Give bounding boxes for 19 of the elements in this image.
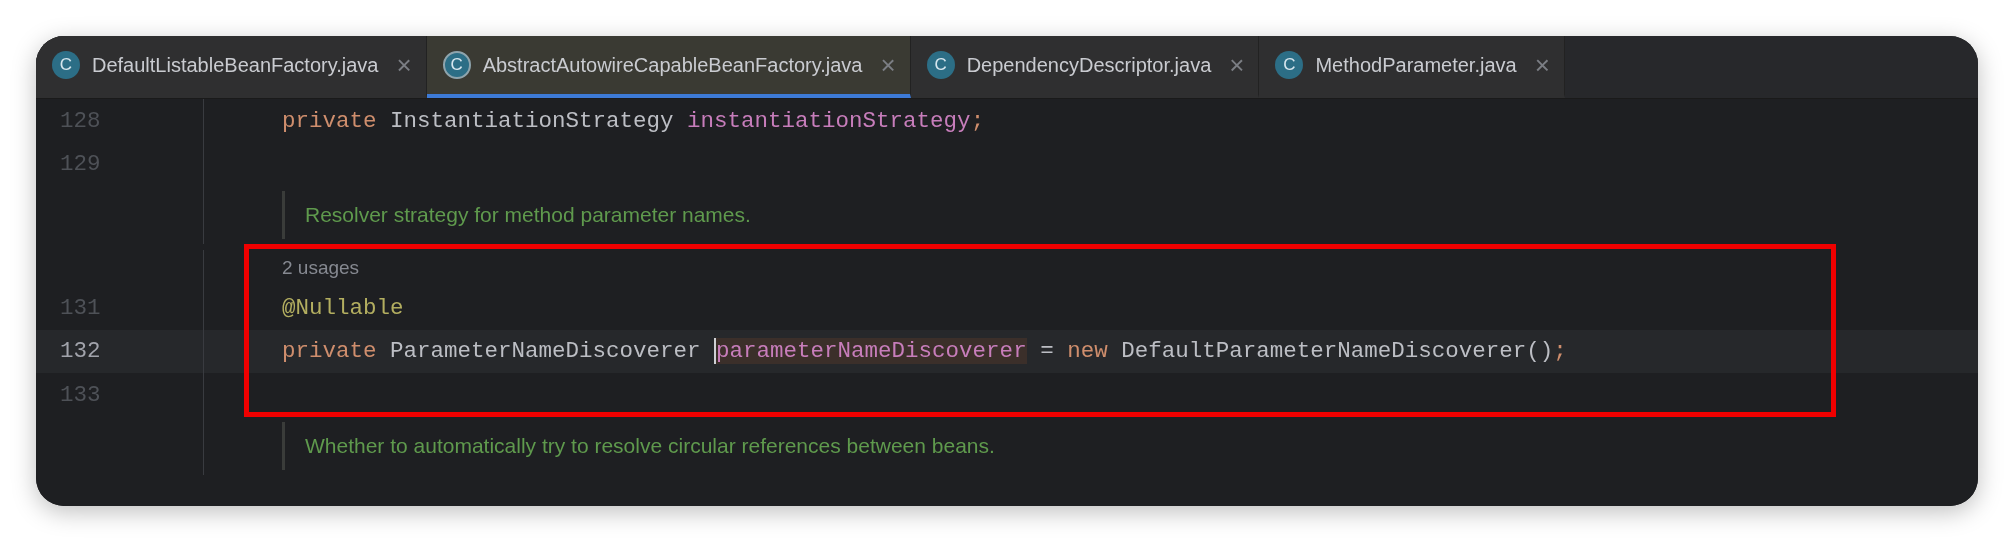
code-line: private InstantiationStrategy instantiationStrategy; xyxy=(282,107,985,134)
class-file-icon: C xyxy=(52,51,80,79)
code-line: @Nullable xyxy=(282,294,404,321)
code-line: private ParameterNameDiscoverer parameterNameDiscoverer = new DefaultParameterNameDiscoverer(); xyxy=(282,338,1567,365)
close-icon[interactable]: × xyxy=(880,52,896,78)
class-file-icon: C xyxy=(926,51,955,79)
editor-tab[interactable]: C DefaultListableBeanFactory.java × xyxy=(36,36,427,98)
close-icon[interactable]: × xyxy=(1534,52,1550,78)
close-icon[interactable]: × xyxy=(396,52,412,78)
editor-tab[interactable]: C AbstractAutowireCapableBeanFactory.java × xyxy=(426,36,911,98)
doc-comment: Whether to automatically try to resolve circular references between beans. xyxy=(282,421,995,470)
doc-comment: Resolver strategy for method parameter names. xyxy=(282,191,751,239)
editor-tab[interactable]: C MethodParameter.java × xyxy=(1259,36,1565,98)
line-number: 132 xyxy=(60,338,101,365)
usages-hint[interactable]: 2 usages xyxy=(282,257,360,279)
class-file-icon: C xyxy=(1275,51,1304,79)
editor-tab[interactable]: C DependencyDescriptor.java × xyxy=(910,36,1260,98)
close-icon[interactable]: × xyxy=(1229,52,1245,78)
class-file-icon: C xyxy=(442,51,471,79)
